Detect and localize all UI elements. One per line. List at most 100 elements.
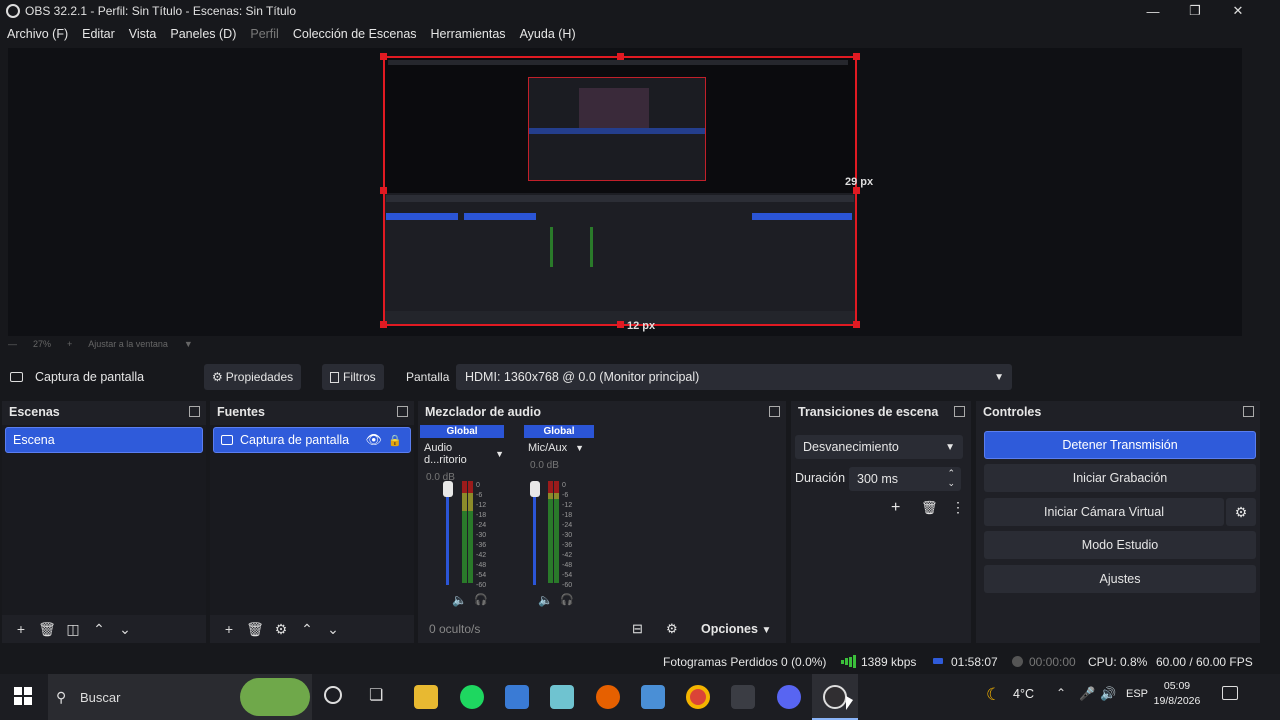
channel-name[interactable]: Audio d...ritorio ▼ <box>420 442 504 466</box>
stop-stream-button[interactable]: Detener Transmisión <box>984 431 1256 459</box>
cortana-icon[interactable] <box>324 686 342 704</box>
start-record-button[interactable]: Iniciar Grabación <box>984 464 1256 492</box>
eye-icon[interactable]: 👁 <box>365 432 382 448</box>
undock-icon[interactable] <box>1243 406 1254 417</box>
language-indicator[interactable]: ESP <box>1126 688 1148 700</box>
speaker-icon[interactable]: 🔈 <box>538 593 553 607</box>
scenes-list: Escena <box>2 425 206 615</box>
discord-icon[interactable] <box>777 685 801 709</box>
menu-editar[interactable]: Editar <box>82 27 115 41</box>
virtual-cam-settings-gear-icon[interactable]: ⚙ <box>1226 498 1256 526</box>
spotify-icon[interactable] <box>460 685 484 709</box>
arrow-up-icon[interactable]: ⌃ <box>86 618 112 640</box>
file-explorer-icon[interactable] <box>414 685 438 709</box>
display-select[interactable]: HDMI: 1360x768 @ 0.0 (Monitor principal)… <box>456 364 1012 390</box>
level-meter <box>462 481 467 583</box>
add-icon[interactable]: + <box>216 618 242 640</box>
studio-mode-button[interactable]: Modo Estudio <box>984 531 1256 559</box>
zoom-in-icon[interactable]: + <box>67 339 72 349</box>
arrow-down-icon[interactable]: ⌄ <box>320 618 346 640</box>
settings-button[interactable]: Ajustes <box>984 565 1256 593</box>
display-value: HDMI: 1360x768 @ 0.0 (Monitor principal) <box>465 370 700 384</box>
duration-input[interactable]: 300 ms ⌃ ⌄ <box>849 467 961 491</box>
notifications-icon[interactable] <box>1222 686 1238 700</box>
chevron-down-icon: ▼ <box>761 625 772 636</box>
trash-icon[interactable]: 🗑 <box>242 618 268 640</box>
chrome-icon[interactable] <box>686 685 710 709</box>
volume-icon[interactable]: 🔊 <box>1100 686 1116 702</box>
options-button[interactable]: Opciones ▼ <box>701 622 771 636</box>
app-icon[interactable] <box>505 685 529 709</box>
source-selection-box[interactable] <box>383 56 857 326</box>
undock-icon[interactable] <box>189 406 200 417</box>
trash-icon[interactable]: 🗑 <box>34 618 60 640</box>
link-icon[interactable]: ⚙ <box>666 621 678 637</box>
chevron-down-icon: ▼ <box>575 443 585 453</box>
right-gap-label: 29 px <box>845 176 874 188</box>
transition-select[interactable]: Desvanecimiento ▼ <box>795 435 963 459</box>
source-item[interactable]: Captura de pantalla 👁 🔒 <box>213 427 411 453</box>
gear-icon[interactable]: ⚙ <box>268 618 294 640</box>
spinner-icon[interactable]: ⌃ ⌄ <box>947 468 955 488</box>
menu-ayuda[interactable]: Ayuda (H) <box>520 27 576 41</box>
menu-archivo[interactable]: Archivo (F) <box>7 27 68 41</box>
menu-herramientas[interactable]: Herramientas <box>431 27 506 41</box>
minimize-button[interactable]: — <box>1131 0 1175 22</box>
arrow-up-icon[interactable]: ⌃ <box>294 618 320 640</box>
resize-handle-b[interactable] <box>617 321 624 328</box>
task-view-icon[interactable]: ❏ <box>369 685 383 705</box>
fit-window-label[interactable]: Ajustar a la ventana <box>88 339 168 349</box>
undock-icon[interactable] <box>769 406 780 417</box>
filter-icon[interactable]: ◫ <box>60 618 86 640</box>
properties-button[interactable]: ⚙ Propiedades <box>204 364 302 390</box>
zoom-out-icon[interactable]: — <box>8 339 17 349</box>
add-icon[interactable]: + <box>891 499 900 517</box>
arrow-down-icon[interactable]: ⌄ <box>112 618 138 640</box>
filters-button[interactable]: Filtros <box>322 364 384 390</box>
windows-start-icon[interactable] <box>14 687 32 705</box>
channel-db: 0.0 dB <box>530 460 559 471</box>
transitions-header: Transiciones de escena <box>791 401 971 423</box>
layout-icon[interactable]: ⊟ <box>632 621 643 637</box>
firefox-icon[interactable] <box>596 685 620 709</box>
resize-handle-br[interactable] <box>853 321 860 328</box>
menu-perfil[interactable]: Perfil <box>250 27 278 41</box>
resize-handle-tr[interactable] <box>853 53 860 60</box>
menu-vista[interactable]: Vista <box>129 27 157 41</box>
resize-handle-bl[interactable] <box>380 321 387 328</box>
maximize-button[interactable]: ❐ <box>1173 0 1217 22</box>
add-icon[interactable]: + <box>8 618 34 640</box>
menu-paneles[interactable]: Paneles (D) <box>170 27 236 41</box>
chevron-down-icon: ▼ <box>945 441 955 453</box>
speaker-icon[interactable]: 🔈 <box>452 593 467 607</box>
stream-time: 01:58:07 <box>951 655 998 669</box>
resize-handle-t[interactable] <box>617 53 624 60</box>
app-icon[interactable] <box>641 685 665 709</box>
volume-slider-knob[interactable] <box>443 481 453 497</box>
taskbar-search[interactable]: ⚲ Buscar <box>48 674 312 720</box>
weather-icon[interactable]: ☾ <box>986 685 1001 705</box>
mixer-body: Global Audio d...ritorio ▼ 0.0 dB 0 -6 -12… <box>418 425 786 615</box>
lock-icon[interactable]: 🔒 <box>388 434 402 447</box>
volume-slider-knob[interactable] <box>530 481 540 497</box>
chevron-up-icon[interactable]: ⌃ <box>1056 686 1066 700</box>
app-icon[interactable] <box>550 685 574 709</box>
app-icon[interactable] <box>731 685 755 709</box>
virtual-cam-button[interactable]: Iniciar Cámara Virtual <box>984 498 1224 526</box>
close-button[interactable]: ✕ <box>1216 0 1260 22</box>
undock-icon[interactable] <box>954 406 965 417</box>
trash-icon[interactable]: 🗑 <box>921 500 938 516</box>
zoom-dropdown-icon[interactable]: ▼ <box>184 339 193 349</box>
microphone-icon[interactable]: 🎤 <box>1079 686 1095 702</box>
channel-name[interactable]: Mic/Aux ▼ <box>524 442 594 454</box>
resize-handle-tl[interactable] <box>380 53 387 60</box>
clock[interactable]: 05:09 19/8/2026 <box>1152 679 1202 709</box>
more-icon[interactable]: ⋮ <box>951 499 965 516</box>
scene-item[interactable]: Escena <box>5 427 203 453</box>
headphones-icon[interactable]: 🎧 <box>474 593 488 606</box>
headphones-icon[interactable]: 🎧 <box>560 593 574 606</box>
undock-icon[interactable] <box>397 406 408 417</box>
resize-handle-r[interactable] <box>853 187 860 194</box>
menu-coleccion-escenas[interactable]: Colección de Escenas <box>293 27 417 41</box>
resize-handle-l[interactable] <box>380 187 387 194</box>
